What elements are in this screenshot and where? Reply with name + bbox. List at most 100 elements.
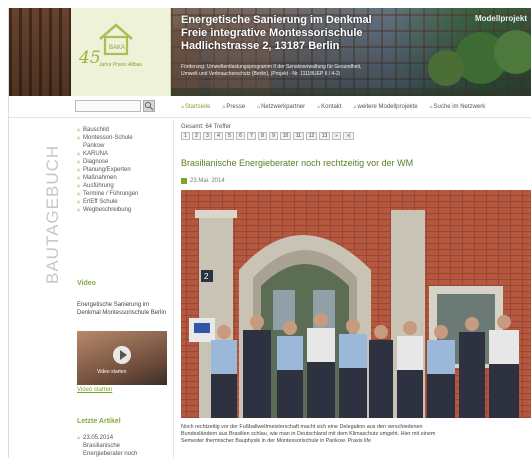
page-link[interactable]: 5 [225,132,234,140]
nav-startseite[interactable]: ▵Startseite [181,103,210,110]
nav-label: Kontakt [321,104,342,110]
video-section-title: Video [77,280,96,287]
latest-article-item[interactable]: ▵ 23.05.2014 Brasilianische Energieberate… [77,434,147,458]
sidebar-item-wegbeschreibung[interactable]: ▵ Wegbeschreibung [77,206,169,214]
sidebar-menu: ▵ Bauschild ▵ Montessori-Schule Pankow ▵ KA… [77,126,169,214]
search-icon [144,101,154,111]
calendar-icon [181,178,187,184]
nav-presse[interactable]: ▵Presse [222,103,245,110]
article-line: Bundesländern aus Brasilien schlau, wie … [181,431,436,437]
logo-house-label: BAKA [109,45,125,51]
sidebar-item-label: KARUNA [83,151,109,157]
nav-row: ▵Startseite ▵Presse ▵Netzwerkpartner ▵Ko… [9,96,531,118]
article-date: 23.Mai. 2014 [190,178,225,184]
page-link[interactable]: 11 [293,132,304,140]
arrow-icon: ▵ [257,104,261,110]
page-link[interactable]: 7 [247,132,256,140]
nav-netzwerkpartner[interactable]: ▵Netzwerkpartner [257,103,305,110]
sidebar-item-label: Diagnose [83,159,109,165]
video-description: Energetische Sanierung im Denkmal Montes… [77,302,167,316]
sidebar-item-label: ErlEff Schule [83,199,118,205]
page: BAKA 45 Jahre Praxis Altbau Energetische… [8,8,531,458]
header-title-line: Hadlichstrasse 2, 13187 Berlin [181,40,340,52]
nav-label: weitere Modellprojekte [357,104,418,110]
page-link[interactable]: 1 [181,132,190,140]
sidebar-item-label: Ausführung [83,183,114,189]
funding-line: Förderung: Umweltentlastungsprogramm II … [181,64,362,70]
page-link[interactable]: 9 [269,132,278,140]
pagination: 1 2 3 4 5 6 7 8 9 10 11 12 13 » »| [181,132,354,140]
nav-label: Presse [226,104,246,110]
article-date-row: 23.Mai. 2014 [181,178,225,184]
article-line: Semester thermischer Bauphysik in der Mo… [181,438,371,444]
sidebar-item-label: Montessori-Schule Pankow [83,135,133,149]
sidebar-item-erleff[interactable]: ▵ ErlEff Schule [77,198,169,206]
header-scaffold-image [9,8,71,96]
nav-suche-im-netzwerk[interactable]: ▵Suche im Netzwerk [430,103,486,110]
page-link[interactable]: 3 [203,132,212,140]
article-title[interactable]: Brasilianische Energieberater noch recht… [181,158,413,168]
page-link[interactable]: 6 [236,132,245,140]
house-logo-icon: BAKA [99,23,133,56]
latest-article-text: Brasilianische Energieberater noch [83,443,138,457]
bautagebuch-title: BAUTAGEBUCH [43,144,62,284]
sidebar: ▵ Bauschild ▵ Montessori-Schule Pankow ▵ KA… [73,120,173,458]
sidebar-item-planung[interactable]: ▵ Planung/Experten [77,166,169,174]
video-thumbnail[interactable]: Video starten [77,331,167,385]
sidebar-item-montessori[interactable]: ▵ Montessori-Schule Pankow [77,134,169,150]
nav-kontakt[interactable]: ▵Kontakt [317,103,341,110]
article-photo: 2 [181,190,531,418]
video-start-link[interactable]: Video starten [77,387,112,393]
page-link[interactable]: 10 [280,132,291,140]
main-nav: ▵Startseite ▵Presse ▵Netzwerkpartner ▵Ko… [181,103,485,110]
sidebar-item-termine[interactable]: ▵ Termine / Führungen [77,190,169,198]
sidebar-item-label: Bauschild [83,127,110,133]
arrow-icon: ▵ [353,104,357,110]
result-count: Gesamt: 64 Treffer [181,124,231,130]
main-content: Gesamt: 64 Treffer 1 2 3 4 5 6 7 8 9 10 … [181,120,531,458]
play-icon [120,350,127,360]
logo[interactable]: BAKA 45 Jahre Praxis Altbau [71,8,171,96]
funding-note: Förderung: Umweltentlastungsprogramm II … [181,64,481,78]
group-photo-art: 2 [181,190,531,418]
header-title: Energetische Sanierung im Denkmal Freie … [181,14,372,53]
header-title-line: Energetische Sanierung im Denkmal [181,14,372,26]
last-page-button[interactable]: »| [343,132,354,140]
sidebar-item-massnahmen[interactable]: ▵ Maßnahmen [77,174,169,182]
modellprojekt-badge: Modellprojekt [474,14,527,23]
page-link[interactable]: 2 [192,132,201,140]
header-title-line: Freie integrative Montessorischule [181,27,363,39]
sidebar-item-label: Wegbeschreibung [83,207,132,213]
funding-line: Umwelt und Verbraucherschutz (Berlin), (… [181,71,341,77]
nav-label: Suche im Netzwerk [433,104,486,110]
arrow-icon: ▵ [317,104,321,110]
latest-article-date: 23.05.2014 [83,435,114,441]
page-link[interactable]: 13 [319,132,330,140]
page-link[interactable]: 12 [306,132,317,140]
house-number: 2 [204,272,209,281]
video-overlay-label: Video starten [97,369,127,375]
next-page-button[interactable]: » [332,132,341,140]
sidebar-item-label: Maßnahmen [83,175,117,181]
nav-label: Netzwerkpartner [261,104,306,110]
latest-articles-title: Letzte Artikel [77,418,121,425]
page-link[interactable]: 8 [258,132,267,140]
page-link[interactable]: 4 [214,132,223,140]
sidebar-item-label: Planung/Experten [83,167,131,173]
logo-subtitle: Jahre Praxis Altbau [99,62,143,68]
nav-weitere-modellprojekte[interactable]: ▵weitere Modellprojekte [353,103,417,110]
sidebar-item-ausfuehrung[interactable]: ▵ Ausführung [77,182,169,190]
sidebar-item-diagnose[interactable]: ▵ Diagnose [77,158,169,166]
arrow-icon: ▵ [429,104,433,110]
search-input[interactable] [75,100,141,112]
header: BAKA 45 Jahre Praxis Altbau Energetische… [9,8,531,96]
search-button[interactable] [143,100,155,112]
column-divider [173,120,174,458]
sidebar-item-karuna[interactable]: ▵ KARUNA [77,150,169,158]
arrow-icon: ▵ [222,104,226,110]
search [75,100,157,112]
nav-label: Startseite [185,104,211,110]
sidebar-item-label: Termine / Führungen [83,191,139,197]
article-line: Noch rechtzeitig vor der Fußballweltmeis… [181,424,423,430]
sidebar-item-bauschild[interactable]: ▵ Bauschild [77,126,169,134]
